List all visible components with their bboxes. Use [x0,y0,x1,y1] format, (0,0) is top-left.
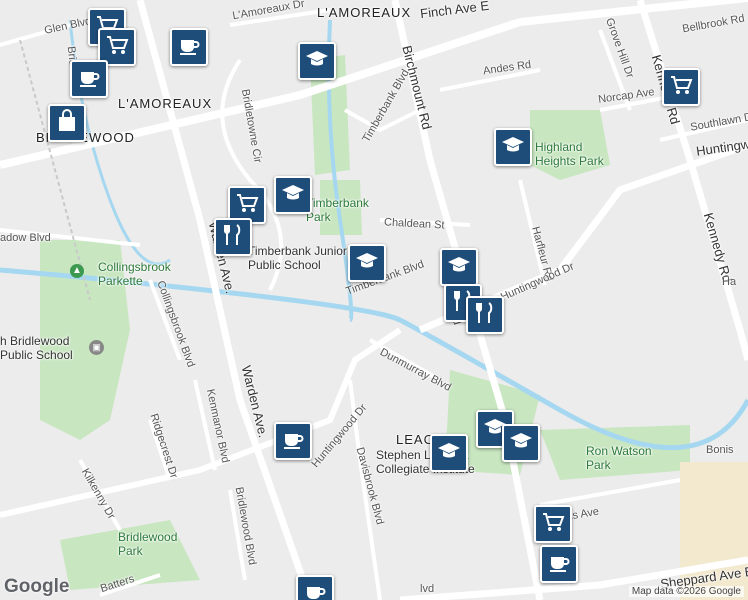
road-label-lvd: lvd [420,583,435,595]
poi-pin-grocery-cart[interactable] [662,68,700,106]
grocery-cart-icon [668,72,694,103]
road-label-ha: Ha [722,276,737,288]
road-label-meadow: adow Blvd [0,232,51,244]
graduation-cap-icon [436,438,462,469]
google-logo: Google [4,576,70,597]
poi-pin-graduation-cap[interactable] [348,244,386,282]
graduation-cap-icon [304,46,330,77]
poi-pin-graduation-cap[interactable] [298,42,336,80]
poi-pin-graduation-cap[interactable] [494,128,532,166]
school-badge-icon: ▣ [89,340,104,355]
road-label-bonis: Bonis [706,444,734,456]
map-attribution[interactable]: Map data ©2026 Google [628,586,744,597]
poi-pin-graduation-cap[interactable] [440,248,478,286]
school-label-bridlewood: h Bridlewood Public School [0,334,73,362]
school-label-timberbank: Timberbank Junior Public School [248,244,347,272]
park-label-bridlewood: Bridlewood Park [118,530,178,558]
poi-pin-shopping-bag[interactable] [48,104,86,142]
shopping-bag-icon [54,108,80,139]
park-label-highland: Highland Heights Park [535,140,604,168]
coffee-cup-icon [302,579,328,600]
poi-pin-fork-knife[interactable] [214,218,252,256]
poi-pin-graduation-cap[interactable] [502,424,540,462]
poi-pin-graduation-cap[interactable] [430,434,468,472]
coffee-cup-icon [280,426,306,457]
hood-lamoreaux: L'AMOREAUX [118,96,213,111]
map-canvas[interactable]: L'AMOREAUX L'AMOREAUX BRIDLEWOOD LEACOCK… [0,0,748,600]
poi-pin-fork-knife[interactable] [466,296,504,334]
park-tree-icon: ▲ [70,264,84,278]
coffee-cup-icon [176,32,202,63]
coffee-cup-icon [546,549,572,580]
grocery-cart-icon [540,509,566,540]
poi-pin-coffee-cup[interactable] [540,545,578,583]
poi-pin-coffee-cup[interactable] [296,575,334,600]
graduation-cap-icon [280,180,306,211]
poi-pin-grocery-cart[interactable] [534,505,572,543]
fork-knife-icon [220,222,246,253]
hood-lamoreaux-north: L'AMOREAUX [317,5,412,20]
park-label-timberbank: Timberbank Park [306,196,369,224]
graduation-cap-icon [500,132,526,163]
park-label-ron-watson: Ron Watson Park [586,444,652,472]
graduation-cap-icon [354,248,380,279]
graduation-cap-icon [446,252,472,283]
graduation-cap-icon [508,428,534,459]
poi-pin-coffee-cup[interactable] [170,28,208,66]
grocery-cart-icon [234,190,260,221]
road-bonis [539,478,681,507]
poi-pin-coffee-cup[interactable] [70,60,108,98]
poi-pin-graduation-cap[interactable] [274,176,312,214]
park-label-collingsbrook: Collingsbrook Parkette [98,260,171,288]
poi-pin-coffee-cup[interactable] [274,422,312,460]
coffee-cup-icon [76,64,102,95]
fork-knife-icon [472,300,498,331]
grocery-cart-icon [104,32,130,63]
